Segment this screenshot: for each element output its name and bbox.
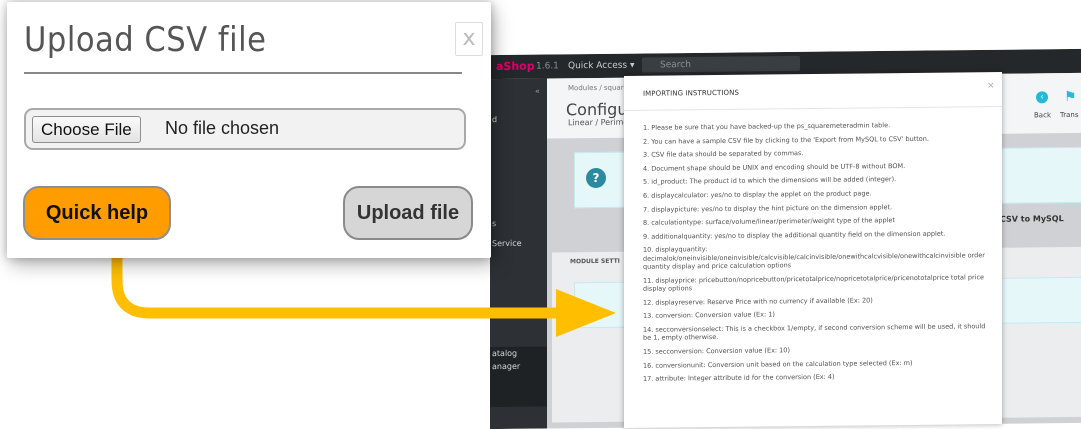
back-icon[interactable]: ‹: [1036, 91, 1048, 104]
list-item: 8. calculationtype: surface/volume/linea…: [643, 216, 895, 227]
page-subtitle: Linear / Perime: [568, 117, 629, 128]
importing-instructions-modal: IMPORTING INSTRUCTIONS × 1. Please be su…: [624, 72, 1002, 428]
list-item: 5. id_product: The product id to which t…: [643, 175, 897, 187]
admin-logo: aShop: [496, 59, 535, 74]
module-settings-heading: MODULE SETTI: [570, 257, 620, 266]
flag-icon[interactable]: ⚑: [1064, 89, 1077, 105]
list-item: 3. CSV file data should be separated by …: [643, 149, 804, 159]
csv-to-mysql-button[interactable]: CSV to MySQL: [1000, 214, 1064, 224]
choose-file-button[interactable]: Choose File: [32, 116, 141, 143]
file-input[interactable]: Choose File No file chosen: [24, 108, 466, 150]
quick-help-button[interactable]: Quick help: [23, 186, 171, 240]
list-item: 4. Document shape should be UNIX and enc…: [643, 161, 906, 173]
sidebar-item[interactable]: s: [492, 219, 496, 228]
list-item: 9. additionalquantity: yes/no to display…: [643, 229, 946, 241]
quick-access-menu[interactable]: Quick Access ▾: [568, 61, 635, 72]
sidebar-collapse-icon[interactable]: «: [535, 87, 540, 96]
translate-button-label[interactable]: Trans: [1060, 111, 1079, 119]
list-item: 14. secconversionselect: This is a check…: [643, 322, 986, 343]
title-divider: [24, 72, 462, 74]
sidebar-item[interactable]: d: [492, 115, 497, 124]
list-item: 11. displayprice: pricebutton/nopricebut…: [643, 272, 985, 293]
list-item: 1. Please be sure that you have backed-u…: [643, 121, 891, 132]
list-item: 16. conversionunit: Conversion unit base…: [643, 358, 913, 370]
list-item: 10. displayquantity: decimalok/oneinvisi…: [643, 245, 985, 271]
back-button-label[interactable]: Back: [1034, 111, 1051, 119]
file-status-text: No file chosen: [165, 118, 280, 138]
upload-file-button[interactable]: Upload file: [343, 186, 473, 240]
sidebar-item[interactable]: Service: [492, 239, 522, 248]
list-item: 7. displaypicture: yes/no to display the…: [643, 202, 893, 214]
upload-csv-dialog: Upload CSV file x Choose File No file ch…: [7, 2, 491, 258]
close-button[interactable]: x: [455, 22, 483, 56]
instructions-list: 1. Please be sure that you have backed-u…: [643, 120, 995, 388]
dialog-title: Upload CSV file: [24, 20, 267, 60]
list-item: 6. displaycalculator: yes/no to display …: [643, 189, 872, 200]
sidebar-item[interactable]: anager: [492, 362, 520, 371]
modal-title: IMPORTING INSTRUCTIONS: [643, 88, 740, 98]
list-item: 13. conversion: Conversion value (Ex: 1): [643, 310, 775, 321]
list-item: 15. secconversion: Conversion value (Ex:…: [643, 346, 790, 356]
list-item: 12. displayreserve: Reserve Price with n…: [643, 296, 873, 307]
admin-version: 1.6.1: [536, 61, 559, 72]
admin-search-placeholder: Search: [660, 59, 691, 71]
breadcrumb: Modules / square: [568, 83, 628, 93]
admin-sidebar: « d s Service atalog anager: [490, 78, 547, 429]
modal-divider: [624, 106, 1002, 111]
list-item: 17. attribute: Integer attribute id for …: [643, 372, 835, 383]
list-item: 2. You can have a sample CSV file by cli…: [643, 134, 929, 146]
sidebar-item[interactable]: atalog: [492, 349, 517, 358]
question-icon: ?: [586, 167, 606, 189]
modal-close-icon[interactable]: ×: [987, 81, 995, 91]
